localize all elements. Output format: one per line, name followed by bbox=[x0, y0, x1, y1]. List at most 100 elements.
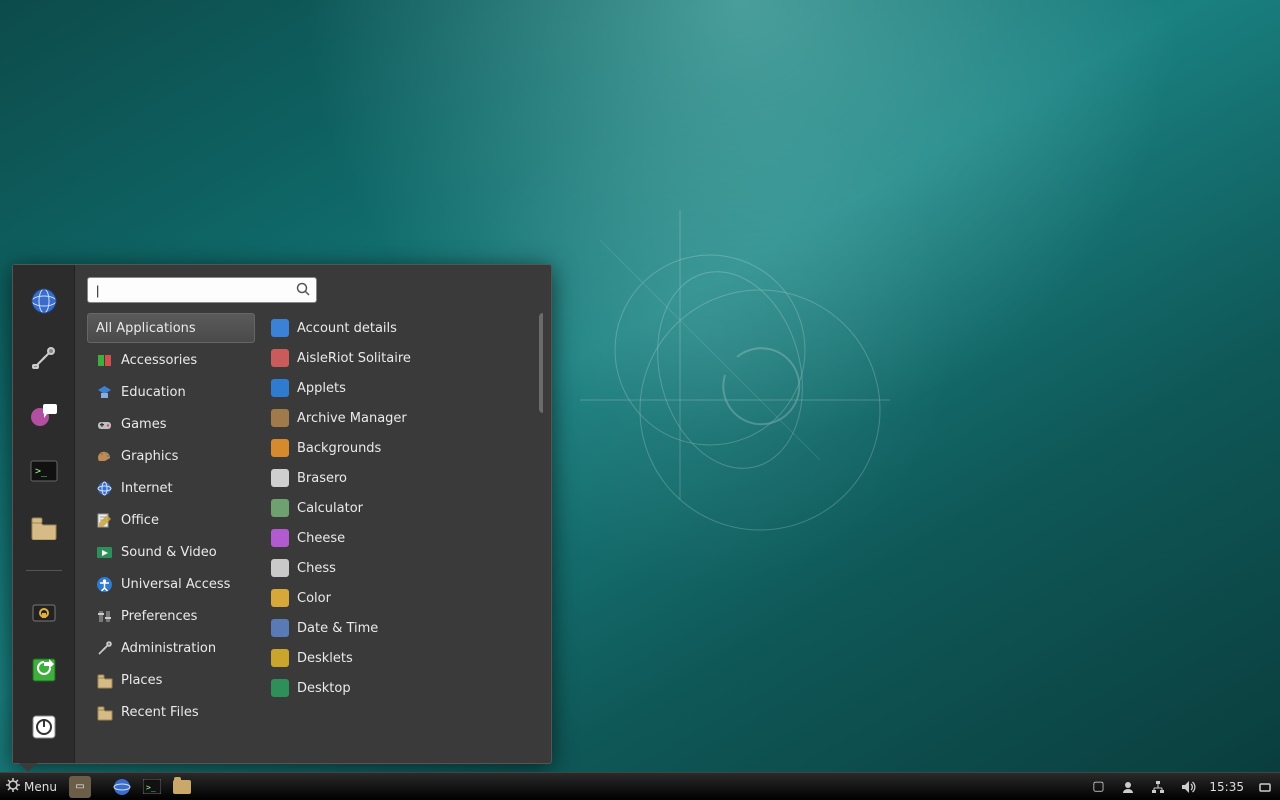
cards-icon bbox=[271, 349, 289, 367]
app-cheese[interactable]: Cheese bbox=[263, 523, 543, 553]
launcher-terminal[interactable]: >_ bbox=[137, 773, 167, 800]
app-label: Chess bbox=[297, 561, 336, 576]
desktop-icon bbox=[271, 679, 289, 697]
app-chess[interactable]: Chess bbox=[263, 553, 543, 583]
cheese-icon bbox=[271, 529, 289, 547]
tray-volume[interactable] bbox=[1173, 773, 1203, 800]
universal-access-icon bbox=[95, 575, 113, 593]
app-desklets[interactable]: Desklets bbox=[263, 643, 543, 673]
app-label: Calculator bbox=[297, 501, 363, 516]
app-account[interactable]: Account details bbox=[263, 313, 543, 343]
graphics-icon bbox=[95, 447, 113, 465]
network-icon bbox=[1149, 778, 1167, 796]
tray-clock[interactable]: 15:35 bbox=[1203, 773, 1250, 800]
internet-icon bbox=[95, 479, 113, 497]
chess-icon bbox=[271, 559, 289, 577]
accessories-icon bbox=[95, 351, 113, 369]
launcher-browser[interactable] bbox=[107, 773, 137, 800]
office-icon bbox=[95, 511, 113, 529]
tray-workspace-switcher[interactable]: ▢ bbox=[1083, 773, 1113, 800]
app-color[interactable]: Color bbox=[263, 583, 543, 613]
favorite-terminal[interactable]: >_ bbox=[25, 453, 63, 490]
category-label: Education bbox=[121, 385, 186, 400]
recent-files-icon bbox=[95, 703, 113, 721]
category-office[interactable]: Office bbox=[87, 505, 255, 535]
app-label: Desklets bbox=[297, 651, 353, 666]
menu-search-input[interactable] bbox=[88, 283, 316, 298]
category-label: Sound & Video bbox=[121, 545, 217, 560]
category-recent-files[interactable]: Recent Files bbox=[87, 697, 255, 727]
app-label: Color bbox=[297, 591, 331, 606]
app-applets[interactable]: Applets bbox=[263, 373, 543, 403]
app-desktop[interactable]: Desktop bbox=[263, 673, 543, 703]
app-date-time[interactable]: Date & Time bbox=[263, 613, 543, 643]
app-label: Account details bbox=[297, 321, 397, 336]
color-icon bbox=[271, 589, 289, 607]
favorite-messaging[interactable] bbox=[25, 396, 63, 433]
app-backgrounds[interactable]: Backgrounds bbox=[263, 433, 543, 463]
app-label: Date & Time bbox=[297, 621, 378, 636]
favorites-separator bbox=[26, 570, 62, 571]
bottom-panel: Menu ▭ >_ ▢ bbox=[0, 772, 1280, 800]
education-icon bbox=[95, 383, 113, 401]
category-graphics[interactable]: Graphics bbox=[87, 441, 255, 471]
app-label: Applets bbox=[297, 381, 346, 396]
category-label: Universal Access bbox=[121, 577, 230, 592]
show-desktop-button[interactable]: ▭ bbox=[63, 773, 97, 800]
tray-overflow[interactable] bbox=[1250, 773, 1280, 800]
app-cards[interactable]: AisleRiot Solitaire bbox=[263, 343, 543, 373]
app-label: Archive Manager bbox=[297, 411, 407, 426]
overflow-icon bbox=[1256, 778, 1274, 796]
menu-search[interactable] bbox=[87, 277, 317, 303]
category-games[interactable]: Games bbox=[87, 409, 255, 439]
application-scrollbar[interactable] bbox=[539, 313, 543, 413]
favorite-files[interactable] bbox=[25, 510, 63, 547]
session-lock-screen[interactable] bbox=[25, 595, 63, 632]
brasero-icon bbox=[271, 469, 289, 487]
preferences-icon bbox=[95, 607, 113, 625]
application-list: Account details AisleRiot Solitaire Applet… bbox=[263, 313, 543, 751]
category-label: Office bbox=[121, 513, 159, 528]
category-administration[interactable]: Administration bbox=[87, 633, 255, 663]
session-logout[interactable] bbox=[25, 652, 63, 689]
app-calculator[interactable]: Calculator bbox=[263, 493, 543, 523]
folder-icon bbox=[173, 780, 191, 794]
category-label: Recent Files bbox=[121, 705, 199, 720]
category-preferences[interactable]: Preferences bbox=[87, 601, 255, 631]
launcher-files[interactable] bbox=[167, 773, 197, 800]
app-label: Backgrounds bbox=[297, 441, 381, 456]
app-label: Cheese bbox=[297, 531, 345, 546]
menu-button[interactable]: Menu bbox=[0, 773, 63, 800]
tray-user[interactable] bbox=[1113, 773, 1143, 800]
category-label: Preferences bbox=[121, 609, 197, 624]
favorite-web-browser[interactable] bbox=[25, 283, 63, 320]
category-education[interactable]: Education bbox=[87, 377, 255, 407]
category-accessories[interactable]: Accessories bbox=[87, 345, 255, 375]
search-icon bbox=[296, 282, 310, 300]
category-places[interactable]: Places bbox=[87, 665, 255, 695]
app-brasero[interactable]: Brasero bbox=[263, 463, 543, 493]
archive-icon bbox=[271, 409, 289, 427]
application-menu: >_ All ApplicationsAccessories Education G… bbox=[12, 264, 552, 764]
volume-icon bbox=[1179, 778, 1197, 796]
app-label: Desktop bbox=[297, 681, 351, 696]
category-label: Games bbox=[121, 417, 166, 432]
games-icon bbox=[95, 415, 113, 433]
session-shutdown[interactable] bbox=[25, 708, 63, 745]
category-internet[interactable]: Internet bbox=[87, 473, 255, 503]
applets-icon bbox=[271, 379, 289, 397]
backgrounds-icon bbox=[271, 439, 289, 457]
user-icon bbox=[1119, 778, 1137, 796]
category-list: All ApplicationsAccessories Education Game… bbox=[87, 313, 255, 751]
favorite-system-tools[interactable] bbox=[25, 340, 63, 377]
category-sound-video[interactable]: Sound & Video bbox=[87, 537, 255, 567]
wallpaper-ornament bbox=[560, 200, 920, 560]
category-label: Administration bbox=[121, 641, 216, 656]
category-universal-access[interactable]: Universal Access bbox=[87, 569, 255, 599]
tray-network[interactable] bbox=[1143, 773, 1173, 800]
date-time-icon bbox=[271, 619, 289, 637]
app-archive[interactable]: Archive Manager bbox=[263, 403, 543, 433]
calculator-icon bbox=[271, 499, 289, 517]
category-all[interactable]: All Applications bbox=[87, 313, 255, 343]
menu-button-label: Menu bbox=[24, 780, 57, 794]
